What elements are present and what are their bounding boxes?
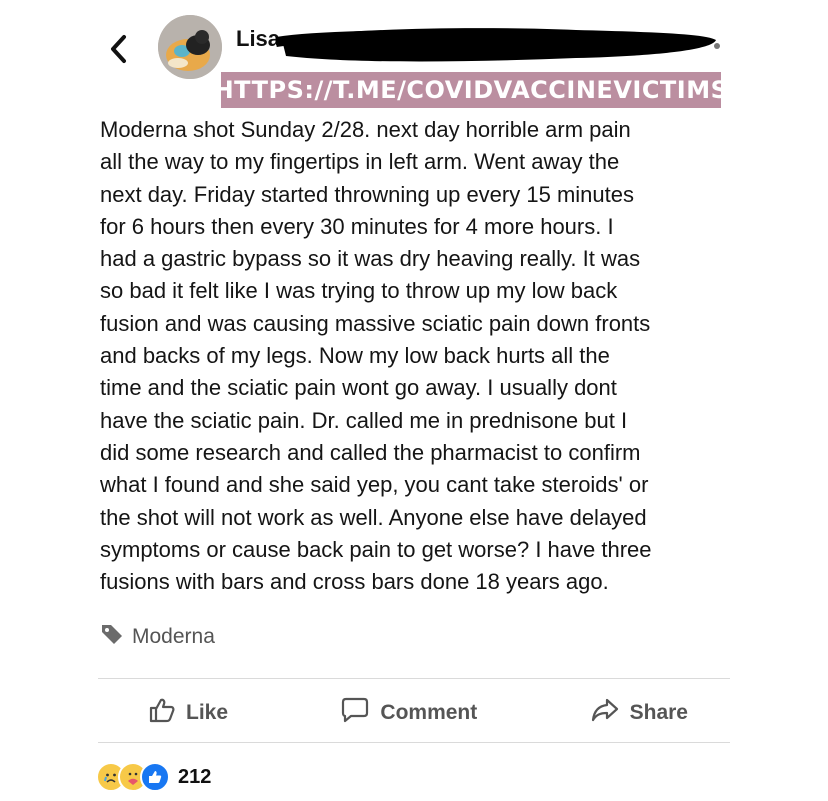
back-chevron-icon[interactable] xyxy=(104,34,134,64)
post-line: for 6 hours then every 30 minutes for 4 … xyxy=(100,213,614,239)
post-line: what I found and she said yep, you cant … xyxy=(100,472,649,498)
post-line: have the sciatic pain. Dr. called me in … xyxy=(100,407,628,433)
username[interactable]: Lisa xyxy=(236,26,280,52)
thumb-up-icon xyxy=(148,696,176,730)
post-line: the shot will not work as well. Anyone e… xyxy=(100,504,647,530)
like-button[interactable]: Like xyxy=(98,696,270,730)
avatar[interactable] xyxy=(158,15,222,79)
comment-bubble-icon xyxy=(340,696,370,730)
comment-label: Comment xyxy=(380,701,478,724)
share-button[interactable]: Share xyxy=(540,696,730,730)
share-arrow-icon xyxy=(590,696,620,730)
post-line: next day. Friday started throwning up ev… xyxy=(100,181,634,207)
post-line: Moderna shot Sunday 2/28. next day horri… xyxy=(100,117,631,142)
like-label: Like xyxy=(186,701,229,724)
tag-icon xyxy=(100,622,124,652)
post-line: had a gastric bypass so it was dry heavi… xyxy=(100,246,641,272)
divider xyxy=(98,678,730,679)
post-line: and backs of my legs. Now my low back hu… xyxy=(100,343,610,369)
like-thumb-icon xyxy=(140,762,170,792)
post-line: symptoms or cause back pain to get worse… xyxy=(100,536,652,562)
more-dot-icon xyxy=(714,43,720,49)
redaction-scribble xyxy=(275,22,724,68)
watermark-banner: HTTPS://T.ME/COVIDVACCINEVICTIMS xyxy=(214,72,728,108)
post-line: time and the sciatic pain wont go away. … xyxy=(100,375,617,401)
reaction-count: 212 xyxy=(178,765,212,788)
post-line: fusion and was causing massive sciatic p… xyxy=(100,310,651,336)
post-line: so bad it felt like I was trying to thro… xyxy=(100,278,618,304)
divider xyxy=(98,742,730,743)
post-text: Moderna shot Sunday 2/28. next day horri… xyxy=(100,114,728,598)
share-label: Share xyxy=(629,701,688,724)
post-line: fusions with bars and cross bars done 18… xyxy=(100,569,609,595)
tag-label: Moderna xyxy=(132,625,215,648)
comment-button[interactable]: Comment xyxy=(290,696,519,730)
post-line: all the way to my fingertips in left arm… xyxy=(100,149,620,175)
reaction-summary[interactable]: 212 xyxy=(96,762,211,792)
post-tag[interactable]: Moderna xyxy=(100,622,215,652)
post-line: did some research and called the pharmac… xyxy=(100,439,641,465)
action-bar: Like Comment Share xyxy=(98,688,730,738)
